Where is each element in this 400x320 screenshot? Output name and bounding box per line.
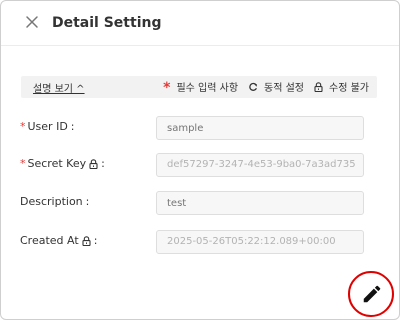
lock-icon xyxy=(82,235,91,246)
close-icon xyxy=(26,16,38,28)
dialog-title: Detail Setting xyxy=(52,15,162,31)
user-id-input[interactable] xyxy=(156,116,364,140)
required-marker: * xyxy=(20,157,26,170)
dynamic-legend-label: 동적 설정 xyxy=(264,83,305,94)
description-input[interactable] xyxy=(156,191,364,215)
created-at-row: Created At : 2025-05-26T05:22:12.089+00:… xyxy=(20,230,382,254)
created-at-label: Created At : xyxy=(20,234,98,247)
required-asterisk-icon: * xyxy=(163,79,171,96)
pencil-icon xyxy=(363,285,381,303)
created-at-field: 2025-05-26T05:22:12.089+00:00 xyxy=(156,230,364,254)
refresh-icon xyxy=(249,82,258,91)
user-id-label: * User ID : xyxy=(20,120,75,133)
secret-key-label: * Secret Key : xyxy=(20,157,105,170)
description-label: Description : xyxy=(20,195,90,208)
edit-button[interactable] xyxy=(348,271,394,317)
dialog-header: Detail Setting xyxy=(1,1,399,46)
toggle-description-link[interactable]: 설명 보기 ^ xyxy=(33,80,85,95)
lock-icon xyxy=(89,158,98,169)
required-marker: * xyxy=(20,120,26,133)
detail-setting-dialog: Detail Setting 설명 보기 ^ * 필수 입력 사항 동적 설정 … xyxy=(0,0,400,320)
legend: * 필수 입력 사항 동적 설정 수정 불가 xyxy=(163,79,369,96)
required-legend-label: 필수 입력 사항 xyxy=(176,83,239,94)
locked-legend-label: 수정 불가 xyxy=(329,83,369,94)
secret-key-field: def57297-3247-4e53-9ba0-7a3ad735 xyxy=(156,153,364,177)
lock-icon xyxy=(314,81,323,92)
legend-bar: 설명 보기 ^ * 필수 입력 사항 동적 설정 수정 불가 xyxy=(21,76,377,98)
description-row: Description : xyxy=(20,191,382,215)
close-button[interactable] xyxy=(23,13,41,31)
secret-key-row: * Secret Key : def57297-3247-4e53-9ba0-7… xyxy=(20,153,382,177)
user-id-row: * User ID : xyxy=(20,116,382,140)
